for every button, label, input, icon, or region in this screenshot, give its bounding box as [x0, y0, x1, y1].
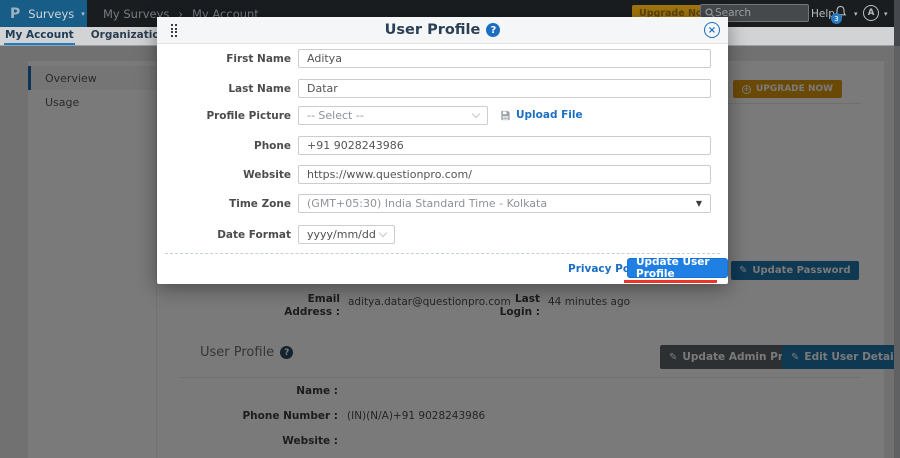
- last-name-field[interactable]: [298, 79, 711, 98]
- website-field[interactable]: [298, 165, 711, 184]
- notifications-button[interactable]: 3: [833, 5, 850, 22]
- account-menu-chevron-icon[interactable]: ▾: [884, 10, 888, 18]
- help-question-icon[interactable]: ?: [486, 23, 500, 37]
- time-zone-label: Time Zone: [157, 198, 291, 210]
- footer-divider: [165, 253, 720, 254]
- profile-picture-label: Profile Picture: [157, 110, 291, 122]
- modal-title-label: User Profile: [385, 22, 481, 38]
- upload-file-icon: [500, 110, 511, 121]
- caret-down-icon: ▼: [696, 199, 702, 208]
- last-name-label: Last Name: [157, 83, 291, 95]
- date-format-selected-value: yyyy/mm/dd: [307, 228, 376, 241]
- phone-field[interactable]: [298, 136, 711, 155]
- first-name-label: First Name: [157, 53, 291, 65]
- notification-count-badge: 3: [831, 13, 842, 24]
- red-highlight-annotation: [624, 280, 717, 283]
- upload-file-label: Upload File: [516, 109, 583, 121]
- first-name-field[interactable]: [298, 49, 711, 68]
- website-row: Website: [157, 165, 728, 184]
- scrollbar-track-top[interactable]: [894, 0, 900, 46]
- date-format-select[interactable]: yyyy/mm/dd: [298, 225, 395, 244]
- close-icon[interactable]: ×: [704, 22, 720, 38]
- profile-picture-selected-value: -- Select --: [307, 109, 364, 122]
- product-switcher[interactable]: P Surveys ▾: [0, 0, 87, 27]
- profile-picture-row: Profile Picture -- Select -- Upload File: [157, 106, 728, 125]
- update-user-profile-button[interactable]: Update User Profile: [627, 258, 728, 278]
- modal-header: User Profile ? ×: [157, 17, 728, 44]
- date-format-row: Date Format yyyy/mm/dd: [157, 225, 728, 244]
- avatar[interactable]: A: [863, 5, 879, 21]
- drag-handle-icon[interactable]: [171, 24, 177, 37]
- tab-my-account[interactable]: My Account: [4, 27, 75, 45]
- first-name-row: First Name: [157, 49, 728, 68]
- phone-label: Phone: [157, 140, 291, 152]
- phone-row: Phone: [157, 136, 728, 155]
- user-profile-modal: User Profile ? × First Name Last Name Pr…: [157, 17, 728, 284]
- chevron-down-icon: [472, 110, 480, 118]
- last-name-row: Last Name: [157, 79, 728, 98]
- profile-picture-select[interactable]: -- Select --: [298, 106, 488, 125]
- chevron-down-icon: ▾: [81, 10, 85, 18]
- time-zone-row: Time Zone (GMT+05:30) India Standard Tim…: [157, 194, 728, 213]
- date-format-label: Date Format: [157, 229, 291, 241]
- questionpro-logo: P: [10, 6, 20, 22]
- modal-title: User Profile ?: [385, 22, 501, 38]
- upload-file-link[interactable]: Upload File: [500, 109, 583, 121]
- website-label: Website: [157, 169, 291, 181]
- search-input[interactable]: [715, 7, 804, 19]
- time-zone-selected-value: (GMT+05:30) India Standard Time - Kolkat…: [307, 197, 547, 210]
- product-switcher-label: Surveys: [28, 7, 74, 21]
- chevron-down-icon: [379, 229, 387, 237]
- time-zone-select[interactable]: (GMT+05:30) India Standard Time - Kolkat…: [298, 194, 711, 213]
- notifications-chevron-icon[interactable]: ▾: [854, 10, 858, 18]
